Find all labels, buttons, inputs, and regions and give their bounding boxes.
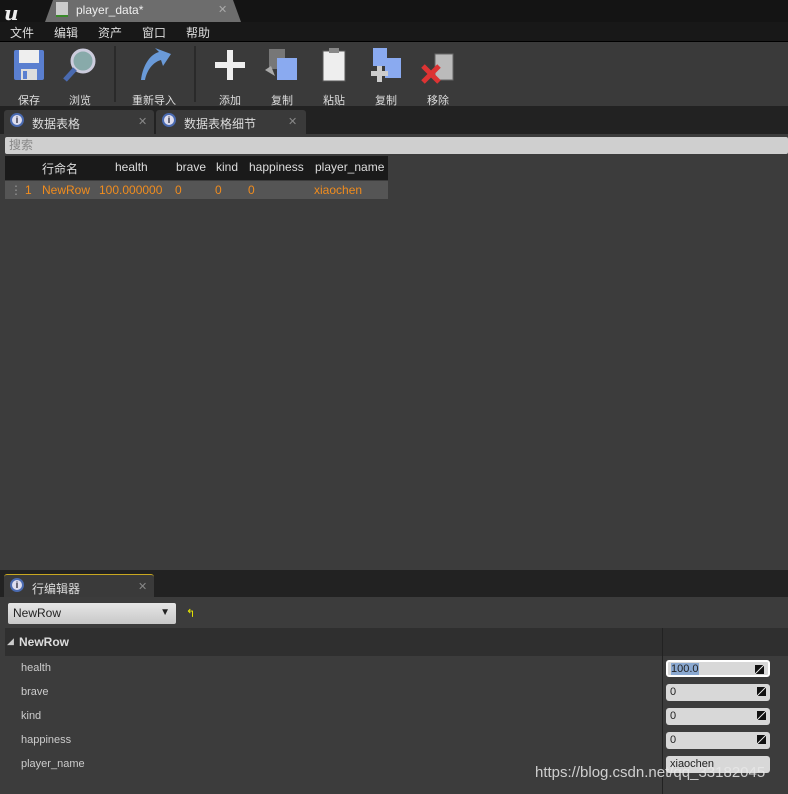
- close-icon[interactable]: ✕: [138, 115, 147, 128]
- tab-label: 数据表格: [32, 117, 81, 131]
- remove-icon: [421, 53, 454, 84]
- property-label: brave: [21, 686, 49, 698]
- cell[interactable]: xiaochen: [314, 183, 362, 197]
- info-icon: i: [10, 113, 24, 127]
- chevron-down-icon: ▼: [160, 607, 170, 618]
- spin-icon[interactable]: [757, 711, 766, 720]
- toolbar-separator: [194, 46, 196, 102]
- tab-data-table-details[interactable]: i 数据表格细节 ✕: [156, 110, 306, 134]
- remove-button[interactable]: 移除: [414, 46, 462, 107]
- cell[interactable]: NewRow: [42, 183, 90, 197]
- info-icon: i: [10, 578, 24, 592]
- column-header[interactable]: 行命名: [42, 160, 78, 177]
- menu-edit[interactable]: 编辑: [54, 24, 78, 41]
- document-tab[interactable]: player_data* ✕: [45, 0, 241, 22]
- add-icon: [215, 50, 245, 80]
- column-header[interactable]: kind: [216, 160, 238, 174]
- toolbar: 保存 浏览 重新导入 添加 复制 粘贴 复制 移除: [0, 42, 788, 107]
- search-input[interactable]: 搜索: [5, 137, 788, 154]
- row-editor-tab-strip: i 行编辑器 ✕: [0, 570, 788, 597]
- copy-button[interactable]: 复制: [258, 46, 306, 107]
- selected-row: NewRow: [13, 606, 62, 620]
- save-button[interactable]: 保存: [5, 46, 53, 107]
- field-value: 0: [670, 734, 677, 746]
- table-header: 行命名 health brave kind happiness player_n…: [5, 156, 388, 180]
- row-index: 1: [25, 183, 32, 197]
- property-label: happiness: [21, 734, 72, 746]
- field-value: 0: [670, 686, 677, 698]
- column-header[interactable]: brave: [176, 160, 206, 174]
- reimport-icon: [141, 48, 171, 80]
- property-label: player_name: [21, 758, 85, 770]
- menu-window[interactable]: 窗口: [142, 24, 166, 41]
- section-title: NewRow: [19, 635, 70, 649]
- document-tab-label: player_data*: [76, 3, 144, 17]
- watermark: https://blog.csdn.net/qq_33182045: [535, 764, 766, 781]
- browse-button[interactable]: 浏览: [56, 46, 104, 107]
- add-button[interactable]: 添加: [206, 46, 254, 107]
- happiness-field[interactable]: 0: [666, 732, 770, 749]
- cell[interactable]: 100.000000: [99, 183, 162, 197]
- brave-field[interactable]: 0: [666, 684, 770, 701]
- paste-button[interactable]: 粘贴: [310, 46, 358, 107]
- close-icon[interactable]: ✕: [138, 580, 147, 593]
- spin-icon[interactable]: [757, 687, 766, 696]
- tab-label: 行编辑器: [32, 582, 81, 596]
- health-field[interactable]: 100.0: [666, 660, 770, 677]
- field-value: 0: [670, 710, 677, 722]
- menu-file[interactable]: 文件: [10, 24, 34, 41]
- reimport-button[interactable]: 重新导入: [130, 46, 178, 107]
- field-value: 100.0: [671, 663, 699, 675]
- column-header[interactable]: happiness: [249, 160, 304, 174]
- paste-icon: [322, 48, 346, 82]
- toolbar-separator: [114, 46, 116, 102]
- menu-asset[interactable]: 资产: [98, 24, 122, 41]
- column-header[interactable]: player_name: [315, 160, 384, 174]
- section-header[interactable]: ◢ NewRow: [5, 628, 788, 656]
- browse-icon: [63, 48, 96, 82]
- property-label: kind: [21, 710, 42, 722]
- copy-icon: [265, 49, 297, 80]
- column-header[interactable]: health: [115, 160, 148, 174]
- close-icon[interactable]: ✕: [218, 3, 227, 16]
- tab-label: 数据表格细节: [184, 117, 257, 131]
- tab-data-table[interactable]: i 数据表格 ✕: [4, 110, 154, 134]
- duplicate-icon: [371, 48, 401, 82]
- spin-icon[interactable]: [755, 665, 764, 674]
- property-label: health: [21, 662, 51, 674]
- reset-icon[interactable]: ↰: [186, 607, 195, 620]
- cell[interactable]: 0: [175, 183, 182, 197]
- duplicate-button[interactable]: 复制: [362, 46, 410, 107]
- menu-help[interactable]: 帮助: [186, 24, 210, 41]
- data-table-icon: [56, 2, 68, 17]
- close-icon[interactable]: ✕: [288, 115, 297, 128]
- menu-bar: 文件 编辑 资产 窗口 帮助: [0, 22, 788, 42]
- save-icon: [14, 50, 44, 80]
- info-icon: i: [162, 113, 176, 127]
- panel-tab-strip: i 数据表格 ✕ i 数据表格细节 ✕: [0, 106, 788, 134]
- drag-handle-icon[interactable]: ⋮: [10, 183, 22, 197]
- title-bar: u player_data* ✕: [0, 0, 788, 25]
- collapse-triangle-icon[interactable]: ◢: [7, 636, 14, 647]
- cell[interactable]: 0: [248, 183, 255, 197]
- table-row[interactable]: ⋮ 1 NewRow 100.000000 0 0 0 xiaochen: [5, 181, 388, 199]
- row-select-dropdown[interactable]: NewRow ▼: [8, 603, 176, 624]
- kind-field[interactable]: 0: [666, 708, 770, 725]
- cell[interactable]: 0: [215, 183, 222, 197]
- tab-row-editor[interactable]: i 行编辑器 ✕: [4, 574, 154, 597]
- spin-icon[interactable]: [757, 735, 766, 744]
